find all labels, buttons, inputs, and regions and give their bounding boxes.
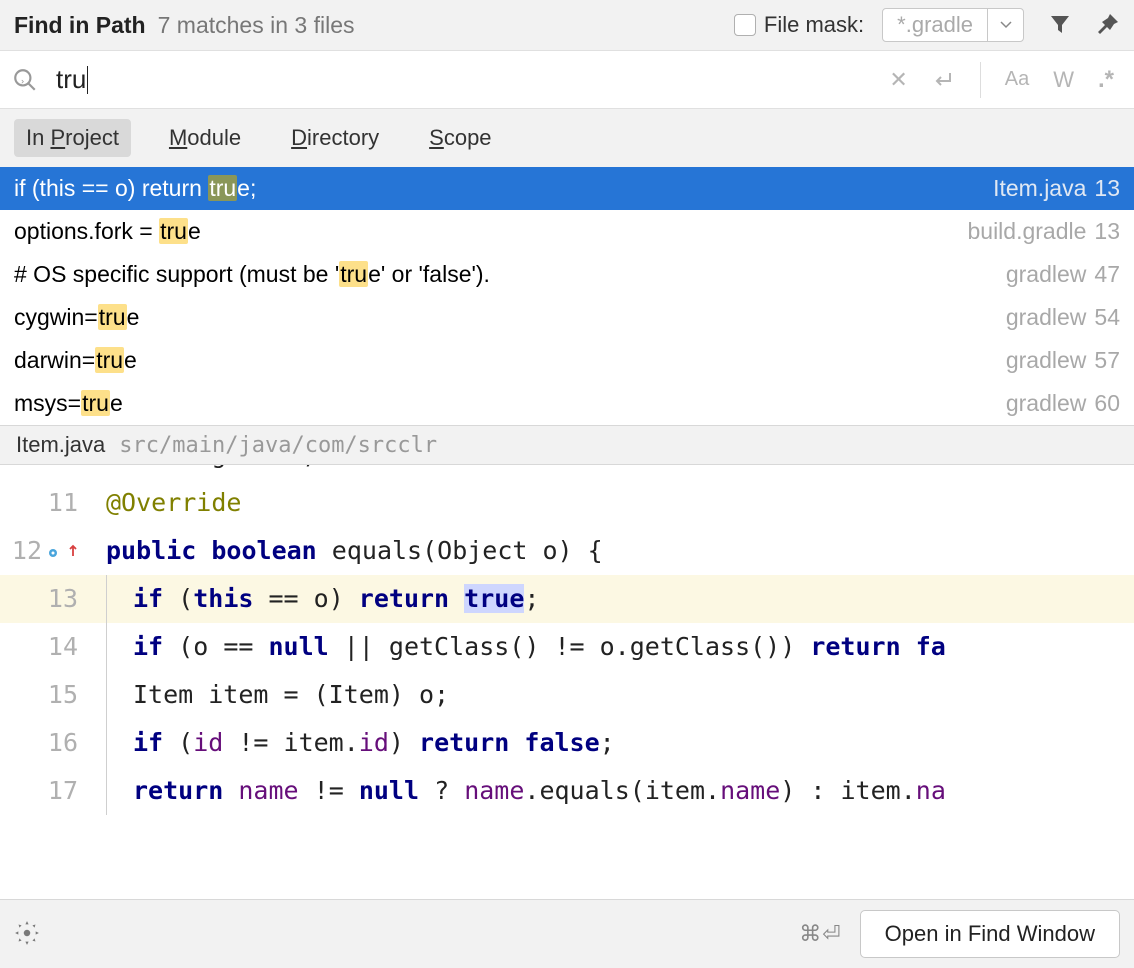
code-text: @Override <box>88 479 241 527</box>
result-location: gradlew57 <box>1006 347 1120 374</box>
preview-file-path: src/main/java/com/srcclr <box>119 433 437 458</box>
line-number: 11 <box>0 479 88 527</box>
file-mask-label: File mask: <box>764 12 864 38</box>
result-text: options.fork = true <box>14 218 967 245</box>
result-location: gradlew54 <box>1006 304 1120 331</box>
result-location: gradlew47 <box>1006 261 1120 288</box>
open-in-find-window-button[interactable]: Open in Find Window <box>860 910 1120 958</box>
search-icon[interactable] <box>12 67 38 93</box>
chevron-down-icon[interactable] <box>987 9 1023 41</box>
line-number: 12 <box>0 527 88 575</box>
code-line[interactable]: 14if (o == null || getClass() != o.getCl… <box>0 623 1134 671</box>
code-text: public boolean equals(Object o) { <box>88 527 603 575</box>
result-location: Item.java13 <box>993 175 1120 202</box>
checkbox-icon[interactable] <box>734 14 756 36</box>
tab-in-project[interactable]: In Project <box>14 119 131 157</box>
code-line[interactable]: 15Item item = (Item) o; <box>0 671 1134 719</box>
keyboard-shortcut: ⌘⏎ <box>799 921 841 947</box>
line-number: 10 <box>0 465 88 479</box>
file-mask-dropdown[interactable]: *.gradle <box>882 8 1024 42</box>
result-row[interactable]: if (this == o) return true;Item.java13 <box>0 167 1134 210</box>
dialog-header: Find in Path 7 matches in 3 files File m… <box>0 0 1134 51</box>
result-text: cygwin=true <box>14 304 1006 331</box>
file-mask-value: *.gradle <box>883 12 987 38</box>
result-row[interactable]: cygwin=truegradlew54 <box>0 296 1134 339</box>
line-number: 16 <box>0 719 88 767</box>
code-text: if (o == null || getClass() != o.getClas… <box>88 623 946 671</box>
file-mask-toggle[interactable]: File mask: <box>734 12 864 38</box>
pin-icon[interactable] <box>1096 12 1120 39</box>
gear-icon[interactable] <box>14 920 40 949</box>
result-row[interactable]: darwin=truegradlew57 <box>0 339 1134 382</box>
code-line[interactable]: 16if (id != item.id) return false; <box>0 719 1134 767</box>
result-text: msys=true <box>14 390 1006 417</box>
code-line[interactable]: 13if (this == o) return true; <box>0 575 1134 623</box>
code-preview[interactable]: 10 String name;11@Override12public boole… <box>0 465 1134 899</box>
caret-icon <box>87 66 88 94</box>
line-number: 13 <box>0 575 88 623</box>
code-text: if (this == o) return true; <box>88 575 539 623</box>
match-count: 7 matches in 3 files <box>158 12 355 39</box>
tab-directory[interactable]: Directory <box>279 119 391 157</box>
tab-scope[interactable]: Scope <box>417 119 503 157</box>
preview-file-name: Item.java <box>16 432 105 458</box>
code-line[interactable]: 11@Override <box>0 479 1134 527</box>
code-line[interactable]: 12public boolean equals(Object o) { <box>0 527 1134 575</box>
line-number: 14 <box>0 623 88 671</box>
result-row[interactable]: msys=truegradlew60 <box>0 382 1134 425</box>
dialog-footer: ⌘⏎ Open in Find Window <box>0 899 1134 968</box>
clear-icon[interactable]: ✕ <box>889 67 907 93</box>
new-line-icon[interactable] <box>932 70 956 90</box>
result-text: # OS specific support (must be 'true' or… <box>14 261 1006 288</box>
regex-icon[interactable]: .* <box>1098 66 1114 94</box>
match-case-icon[interactable]: Aa <box>1005 68 1029 91</box>
dialog-title: Find in Path <box>14 12 146 39</box>
search-input[interactable]: tru <box>56 64 86 95</box>
result-location: gradlew60 <box>1006 390 1120 417</box>
words-icon[interactable]: W <box>1053 67 1074 93</box>
line-number: 17 <box>0 767 88 815</box>
preview-path-bar: Item.java src/main/java/com/srcclr <box>0 425 1134 465</box>
result-text: darwin=true <box>14 347 1006 374</box>
filter-icon[interactable] <box>1048 12 1072 39</box>
code-text: Item item = (Item) o; <box>88 671 449 719</box>
tab-module[interactable]: Module <box>157 119 253 157</box>
code-line[interactable]: 17return name != null ? name.equals(item… <box>0 767 1134 815</box>
code-line[interactable]: 10 String name; <box>0 465 1134 479</box>
line-number: 15 <box>0 671 88 719</box>
result-text: if (this == o) return true; <box>14 175 993 202</box>
result-row[interactable]: options.fork = truebuild.gradle13 <box>0 210 1134 253</box>
code-text: if (id != item.id) return false; <box>88 719 615 767</box>
separator <box>980 62 981 98</box>
search-row: tru ✕ Aa W .* <box>0 51 1134 109</box>
result-location: build.gradle13 <box>967 218 1120 245</box>
code-text: String name; <box>88 465 317 479</box>
scope-tabs: In Project Module Directory Scope <box>0 109 1134 167</box>
code-text: return name != null ? name.equals(item.n… <box>88 767 946 815</box>
results-list: if (this == o) return true;Item.java13op… <box>0 167 1134 425</box>
result-row[interactable]: # OS specific support (must be 'true' or… <box>0 253 1134 296</box>
